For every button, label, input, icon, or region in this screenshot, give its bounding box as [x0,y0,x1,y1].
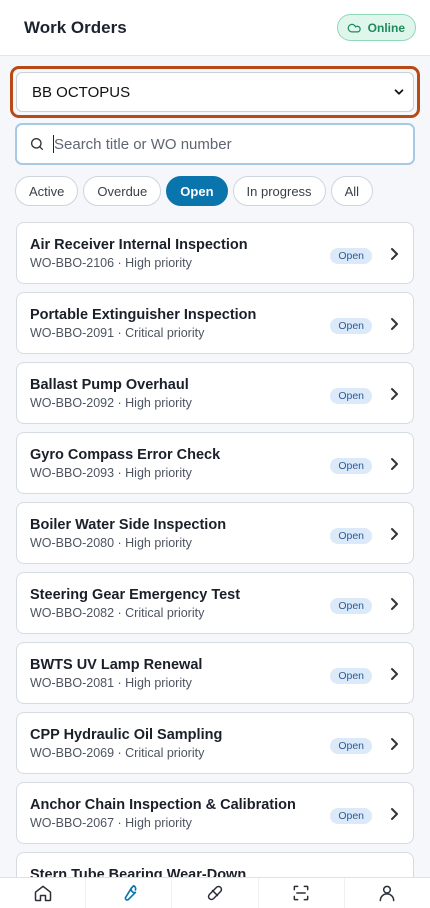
status-badge: Open [330,738,372,754]
chevron-right-icon [391,528,398,540]
work-order-card[interactable]: Ballast Pump Overhaul WO-BBO-2092 · High… [16,362,414,424]
capsule-icon [207,885,223,901]
work-order-card[interactable]: Boiler Water Side Inspection WO-BBO-2080… [16,502,414,564]
work-order-meta: WO-BBO-2080 · High priority [30,536,192,550]
vessel-select-value: BB OCTOPUS [32,83,131,101]
wrench-icon [124,884,137,901]
work-order-meta: WO-BBO-2093 · High priority [30,466,192,480]
work-order-meta: WO-BBO-2082 · Critical priority [30,606,205,620]
search-box[interactable] [15,123,415,165]
online-status-badge: Online [336,14,416,41]
work-order-title: Portable Extinguisher Inspection [30,307,257,323]
work-order-title: Gyro Compass Error Check [30,447,221,463]
nav-scan[interactable] [259,878,345,908]
app-header: Work Orders Online [0,0,430,56]
filter-chip-overdue[interactable]: Overdue [83,176,162,206]
vessel-select-focus-ring: BB OCTOPUS [10,66,420,118]
vessel-select[interactable]: BB OCTOPUS [16,72,414,112]
status-badge: Open [330,528,372,544]
home-icon [34,885,51,902]
filter-chips: Active Overdue Open In progress All [15,176,374,206]
work-order-meta: WO-BBO-2106 · High priority [30,256,192,270]
work-order-meta: WO-BBO-2091 · Critical priority [30,326,205,340]
work-order-card[interactable]: Gyro Compass Error Check WO-BBO-2093 · H… [16,432,414,494]
bottom-navigation [0,877,430,908]
chevron-right-icon [391,388,398,400]
filter-chip-in-progress[interactable]: In progress [232,176,326,206]
work-order-title: CPP Hydraulic Oil Sampling [30,727,223,743]
nav-profile[interactable] [345,878,430,908]
status-badge: Open [330,598,372,614]
nav-parts[interactable] [172,878,259,908]
work-order-card[interactable]: CPP Hydraulic Oil Sampling WO-BBO-2069 ·… [16,712,414,774]
work-order-meta: WO-BBO-2069 · Critical priority [30,746,205,760]
status-badge: Open [330,388,372,404]
search-icon [31,138,43,150]
chevron-right-icon [391,738,398,750]
page-title: Work Orders [24,17,127,37]
filter-chip-active[interactable]: Active [15,176,79,206]
work-order-meta: WO-BBO-2092 · High priority [30,396,192,410]
work-order-title: Air Receiver Internal Inspection [30,237,248,253]
status-badge: Open [330,318,372,334]
work-order-list: Air Receiver Internal Inspection WO-BBO-… [16,222,414,908]
work-order-title: Ballast Pump Overhaul [30,377,189,393]
chevron-right-icon [391,808,398,820]
filter-chip-open[interactable]: Open [166,176,228,206]
search-input[interactable] [54,135,374,153]
work-order-meta: WO-BBO-2081 · High priority [30,676,192,690]
work-order-card[interactable]: Air Receiver Internal Inspection WO-BBO-… [16,222,414,284]
nav-work-orders[interactable] [86,878,173,908]
scan-icon [293,885,309,901]
status-badge: Open [330,458,372,474]
status-badge: Open [330,808,372,824]
chevron-down-icon [394,89,404,95]
user-icon [379,885,395,902]
chevron-right-icon [391,668,398,680]
work-order-title: Steering Gear Emergency Test [30,587,241,603]
chevron-right-icon [391,318,398,330]
nav-home[interactable] [0,878,87,908]
work-order-title: BWTS UV Lamp Renewal [30,657,203,673]
online-status-label: Online [367,20,405,35]
chevron-right-icon [391,598,398,610]
work-order-title: Boiler Water Side Inspection [30,517,227,533]
work-order-meta: WO-BBO-2067 · High priority [30,816,192,830]
chevron-right-icon [391,248,398,260]
work-order-card[interactable]: Anchor Chain Inspection & Calibration WO… [16,782,414,844]
work-order-card[interactable]: Steering Gear Emergency Test WO-BBO-2082… [16,572,414,634]
chevron-right-icon [391,458,398,470]
cloud-icon [347,23,361,33]
filter-chip-all[interactable]: All [330,176,374,206]
work-order-title: Anchor Chain Inspection & Calibration [30,797,296,813]
work-order-card[interactable]: BWTS UV Lamp Renewal WO-BBO-2081 · High … [16,642,414,704]
status-badge: Open [330,248,372,264]
work-order-card[interactable]: Portable Extinguisher Inspection WO-BBO-… [16,292,414,354]
status-badge: Open [330,668,372,684]
